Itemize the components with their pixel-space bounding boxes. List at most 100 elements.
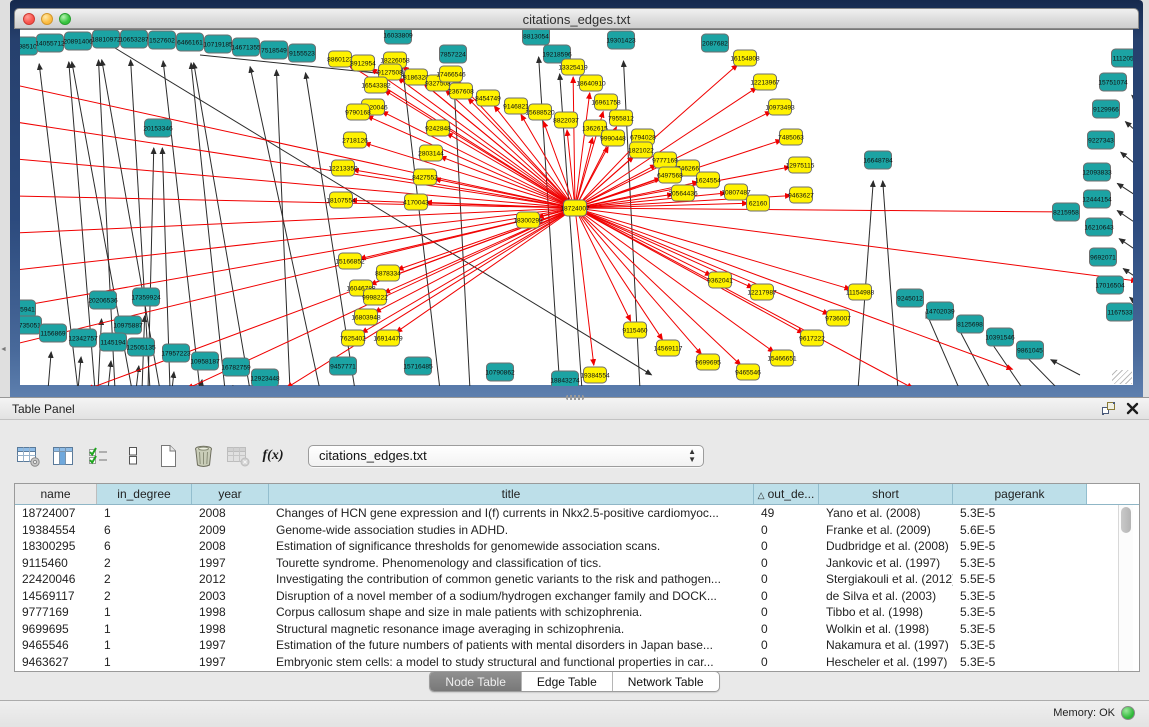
graph-node[interactable]: 9990448 [600, 130, 626, 146]
new-file-icon[interactable] [154, 442, 182, 470]
graph-node[interactable]: 12213967 [750, 74, 780, 90]
graph-node[interactable]: 16961758 [591, 94, 621, 110]
table-row[interactable]: 911546021997Tourette syndrome. Phenomeno… [15, 555, 1139, 572]
graph-node[interactable]: 16033809 [383, 30, 413, 44]
graph-node[interactable]: 1527602 [149, 31, 176, 49]
graph-node[interactable]: 14702039 [925, 302, 955, 320]
graph-node[interactable]: 10391546 [985, 328, 1015, 346]
panel-splitter-grip[interactable] [566, 395, 584, 400]
graph-node[interactable]: 12975115 [786, 157, 815, 173]
column-header-name[interactable]: name [15, 484, 97, 504]
graph-node[interactable]: 1167533 [1107, 303, 1134, 321]
graph-node[interactable]: 9227343 [1088, 131, 1115, 149]
graph-node[interactable]: 8454749 [475, 90, 501, 106]
graph-node[interactable]: 10958187 [190, 352, 220, 370]
graph-node[interactable]: 1112053 [1112, 49, 1134, 67]
graph-node[interactable]: 1145194 [100, 333, 127, 351]
column-header-title[interactable]: title [269, 484, 754, 504]
graph-node[interactable]: 8125698 [957, 315, 984, 333]
graph-node[interactable]: 9692071 [1090, 248, 1117, 266]
graph-node[interactable]: 15166852 [335, 253, 365, 269]
graph-node[interactable]: 17016504 [1095, 276, 1125, 294]
graph-node[interactable]: 9790168 [345, 104, 371, 120]
graph-node[interactable]: 18640910 [576, 75, 606, 91]
column-header-short[interactable]: short [819, 484, 953, 504]
graph-node[interactable]: 7485063 [778, 129, 804, 145]
graph-node[interactable]: 9998222 [362, 289, 388, 305]
table-row[interactable]: 2242004622012Investigating the contribut… [15, 571, 1139, 588]
table-row[interactable]: 946554611997Estimation of the future num… [15, 637, 1139, 654]
graph-node[interactable]: 9457771 [330, 357, 357, 375]
graph-node[interactable]: 15751074 [1098, 73, 1128, 91]
table-row[interactable]: 1872400712008Changes of HCN gene express… [15, 505, 1139, 522]
graph-node[interactable]: 4170043 [403, 194, 429, 210]
graph-node[interactable]: 10973493 [765, 99, 795, 115]
splitter-collapse-arrow[interactable]: ◄ [0, 346, 7, 353]
graph-hub-node[interactable]: 18724007 [560, 200, 590, 216]
graph-node[interactable]: 12923448 [250, 369, 280, 386]
float-window-icon[interactable] [1101, 401, 1116, 421]
graph-node[interactable]: 2803144 [418, 145, 444, 161]
table-scrollbar-thumb[interactable] [1121, 507, 1131, 533]
column-header-in_degree[interactable]: in_degree [97, 484, 192, 504]
table-source-select[interactable]: citations_edges.txt ▲▼ [308, 445, 704, 467]
graph-node[interactable]: 9861045 [1017, 341, 1044, 359]
graph-node[interactable]: 17466546 [436, 66, 466, 82]
graph-node[interactable]: 14671355 [231, 38, 261, 56]
column-visibility-icon[interactable] [49, 442, 77, 470]
graph-node[interactable]: 8878334 [375, 265, 401, 281]
graph-node[interactable]: 2087682 [702, 34, 729, 52]
graph-node[interactable]: 19384554 [580, 367, 610, 383]
graph-node[interactable]: 1156869 [40, 324, 67, 342]
graph-node[interactable]: 10719185 [203, 35, 233, 53]
table-row[interactable]: 946362711997Embryonic stem cells: a mode… [15, 654, 1139, 671]
tab-edge-table[interactable]: Edge Table [521, 672, 612, 691]
graph-node[interactable]: 9617222 [799, 330, 825, 346]
graph-node[interactable]: 7955812 [608, 110, 634, 126]
graph-node[interactable]: 11154988 [846, 284, 875, 300]
graph-node[interactable]: 17359924 [131, 288, 161, 306]
graph-node[interactable]: 16803948 [351, 309, 381, 325]
graph-node[interactable]: 16782759 [221, 358, 251, 376]
graph-node[interactable]: 17957223 [161, 344, 191, 362]
graph-node[interactable]: 1624554 [695, 172, 721, 188]
graph-node[interactable]: 8813054 [523, 30, 550, 45]
graph-node[interactable]: 15688520 [525, 104, 555, 120]
canvas-resize-grip[interactable] [1112, 370, 1132, 384]
graph-node[interactable]: 1735051 [20, 316, 42, 334]
graph-node[interactable]: 9465546 [735, 364, 761, 380]
graph-node[interactable]: 12505135 [126, 338, 156, 356]
graph-node[interactable]: 3915941 [20, 300, 36, 318]
graph-node[interactable]: 8912954 [350, 55, 376, 71]
graph-node[interactable]: 18810972 [91, 30, 121, 48]
network-canvas[interactable]: 1998510140557122089140618810972106532871… [20, 29, 1133, 385]
graph-node[interactable]: 18300295 [513, 212, 543, 228]
table-settings-icon[interactable] [14, 442, 42, 470]
table-row[interactable]: 1830029562008Estimation of significance … [15, 538, 1139, 555]
graph-node[interactable]: 10653287 [119, 30, 149, 48]
graph-node[interactable]: 12217987 [747, 284, 777, 300]
graph-node[interactable]: 16210643 [1084, 218, 1114, 236]
window-titlebar[interactable]: citations_edges.txt [14, 8, 1139, 29]
graph-node[interactable]: 7625402 [340, 330, 366, 346]
graph-node[interactable]: 15716485 [403, 357, 433, 375]
graph-node[interactable]: 14055712 [35, 34, 65, 52]
graph-node[interactable]: 14569117 [654, 340, 683, 356]
graph-node[interactable]: 9242848 [425, 120, 451, 136]
table-row[interactable]: 1456911722003Disruption of a novel membe… [15, 588, 1139, 605]
graph-node[interactable]: 20564436 [668, 185, 698, 201]
trash-icon[interactable] [189, 442, 217, 470]
graph-node[interactable]: 2367608 [448, 83, 474, 99]
delete-table-icon[interactable] [224, 442, 252, 470]
graph-node[interactable]: 9463627 [788, 187, 814, 203]
graph-node[interactable]: 9362041 [707, 272, 733, 288]
tab-network-table[interactable]: Network Table [612, 672, 719, 691]
graph-node[interactable]: 1821022 [628, 142, 654, 158]
graph-node[interactable]: 9736007 [825, 310, 851, 326]
row-height-icon[interactable] [119, 442, 147, 470]
graph-node[interactable]: 8215958 [1053, 203, 1080, 221]
graph-node[interactable]: 13325419 [558, 59, 588, 75]
column-header-year[interactable]: year [192, 484, 269, 504]
graph-node[interactable]: 8427552 [412, 169, 438, 185]
graph-node[interactable]: 19301423 [606, 31, 636, 49]
